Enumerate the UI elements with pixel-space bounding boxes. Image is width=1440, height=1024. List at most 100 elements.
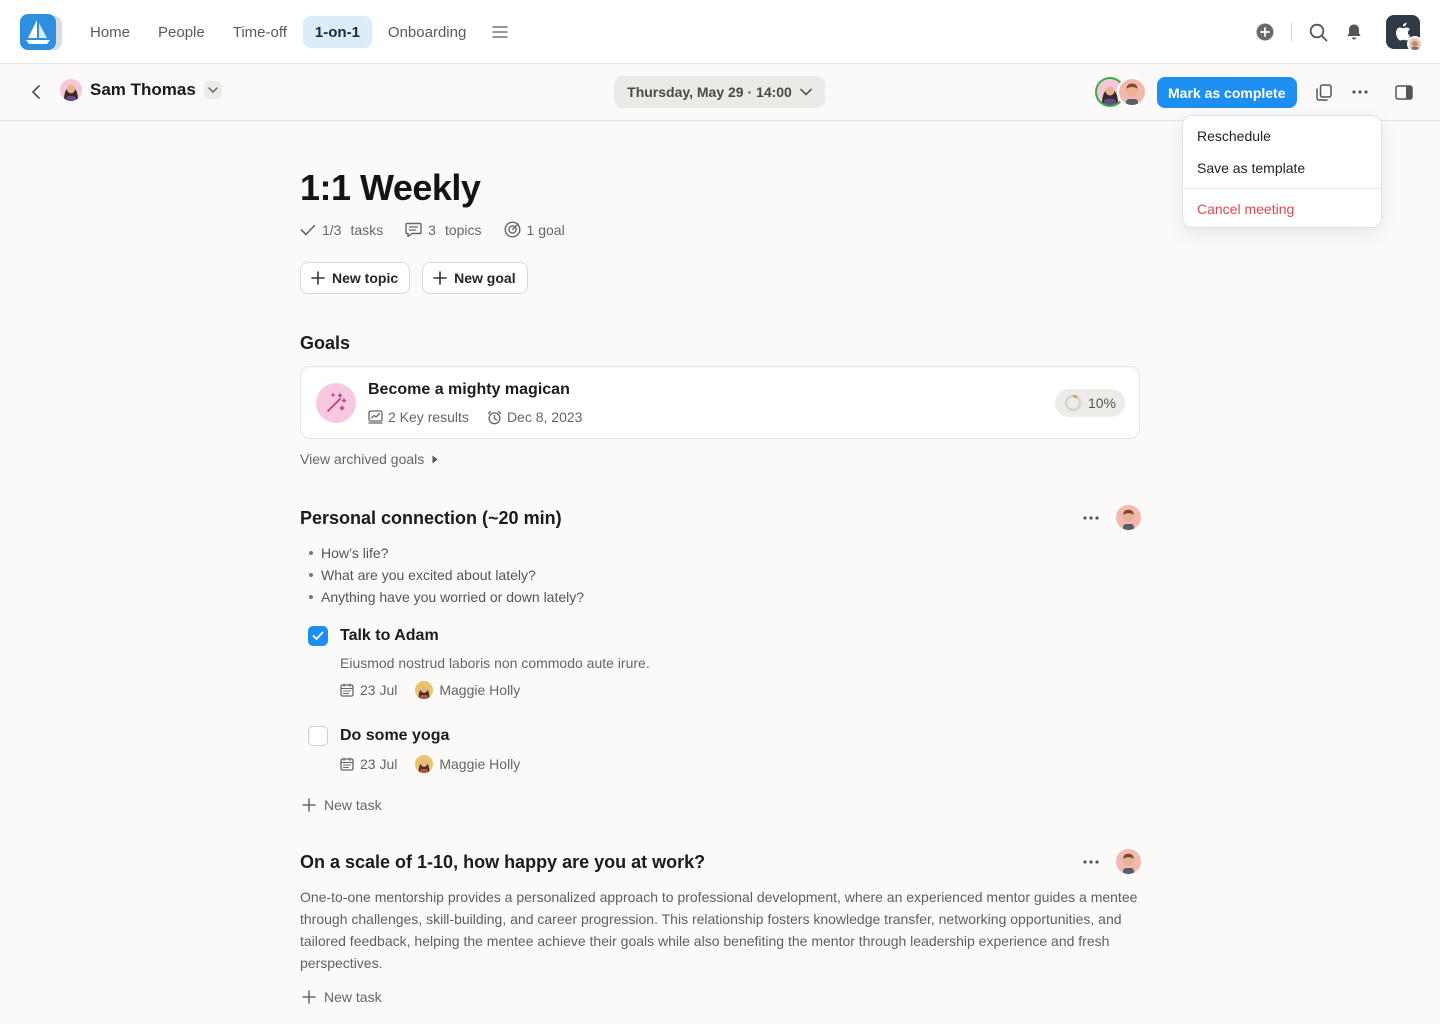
task-title[interactable]: Do some yoga	[340, 726, 449, 746]
new-task-label: New task	[324, 797, 382, 813]
calendar-icon	[340, 757, 354, 771]
content-actions: New topic New goal	[300, 262, 528, 294]
topic-title: Personal connection (~20 min)	[300, 508, 562, 528]
sailboat-logo-icon	[20, 14, 56, 50]
nav-people[interactable]: People	[146, 16, 217, 48]
assignee-avatar	[415, 681, 434, 699]
app-logo[interactable]	[20, 14, 62, 50]
side-panel-toggle-icon[interactable]	[1386, 74, 1422, 110]
new-task-button[interactable]: New task	[302, 797, 382, 813]
key-results-label: 2 Key results	[388, 409, 469, 425]
person-name: Sam Thomas	[90, 80, 196, 99]
participant-avatar	[1117, 77, 1147, 107]
workspace-avatar[interactable]	[1386, 15, 1423, 52]
topics-label: topics	[444, 221, 482, 238]
calendar-icon	[340, 683, 354, 697]
topic-header: On a scale of 1-10, how happy are you at…	[300, 848, 1141, 876]
nav-onboarding[interactable]: Onboarding	[376, 16, 478, 48]
reschedule-menu-item[interactable]: Reschedule	[1197, 128, 1271, 144]
divider	[1291, 23, 1292, 41]
top-navigation: Home People Time-off 1-on-1 Onboarding	[0, 0, 1440, 64]
goal-card[interactable]: Become a mighty magican 2 Key results De…	[300, 366, 1140, 439]
more-options-menu: Reschedule Save as template Cancel meeti…	[1182, 115, 1382, 228]
new-task-button[interactable]: New task	[302, 989, 382, 1005]
plus-icon	[302, 798, 316, 812]
assignee-avatar	[415, 755, 434, 773]
goal-progress-text: 10%	[1087, 395, 1117, 411]
magic-wand-icon	[316, 383, 356, 423]
list-item: What are you excited about lately?	[300, 565, 584, 587]
more-options-icon[interactable]	[1342, 74, 1378, 110]
assignee-name: Maggie Holly	[439, 756, 521, 772]
list-item: How’s life?	[300, 543, 584, 565]
key-results: 2 Key results	[368, 409, 469, 425]
task-assignee: Maggie Holly	[415, 755, 520, 773]
meeting-date: Thursday, May 29 · 14:00	[627, 84, 792, 100]
new-goal-label: New goal	[454, 270, 516, 286]
tasks-label: tasks	[350, 221, 384, 238]
task-meta: 23 Jul Maggie Holly	[340, 755, 520, 773]
cancel-meeting-menu-item[interactable]: Cancel meeting	[1197, 201, 1294, 217]
caret-right-icon	[432, 455, 438, 463]
topics-stat: 3 topics	[405, 221, 482, 238]
topic-owner-avatar	[1116, 849, 1141, 874]
bell-icon[interactable]	[1336, 14, 1372, 50]
list-item: Anything have you worried or down lately…	[300, 587, 584, 609]
assignee-name: Maggie Holly	[439, 682, 521, 698]
task-date-label: 23 Jul	[360, 756, 398, 772]
progress-ring	[1064, 394, 1082, 412]
check-icon	[300, 224, 316, 235]
chevron-down-icon	[800, 88, 812, 96]
goal-meta: 2 Key results Dec 8, 2023	[368, 409, 582, 425]
task-date: 23 Jul	[340, 756, 397, 772]
new-task-label: New task	[324, 989, 382, 1005]
more-options-icon[interactable]	[1076, 505, 1106, 531]
search-icon[interactable]	[1300, 14, 1336, 50]
plus-icon	[302, 990, 316, 1004]
new-topic-label: New topic	[332, 270, 399, 286]
hamburger-menu-icon[interactable]	[484, 16, 516, 48]
copy-icon[interactable]	[1306, 74, 1342, 110]
view-archived-goals-link[interactable]: View archived goals	[300, 451, 438, 467]
meeting-date-selector[interactable]: Thursday, May 29 · 14:00	[614, 76, 825, 108]
new-goal-button[interactable]: New goal	[422, 262, 528, 294]
task-description: Eiusmod nostrud laboris non commodo aute…	[340, 655, 650, 671]
mark-as-complete-button[interactable]: Mark as complete	[1157, 77, 1297, 108]
goal-due: Dec 8, 2023	[487, 409, 582, 425]
nav-time-off[interactable]: Time-off	[221, 16, 299, 48]
topics-count: 3	[428, 221, 436, 238]
task-assignee: Maggie Holly	[415, 681, 520, 699]
top-right-actions	[1247, 14, 1423, 52]
participants[interactable]	[1095, 77, 1147, 107]
goal-progress: 10%	[1055, 389, 1125, 417]
goal-title: Become a mighty magican	[368, 381, 570, 398]
meeting-stats: 1/3 tasks 3 topics 1 goal	[300, 221, 565, 238]
check-icon	[312, 631, 324, 640]
task-title[interactable]: Talk to Adam	[340, 626, 439, 646]
add-circle-icon[interactable]	[1247, 14, 1283, 50]
task-checkbox[interactable]	[308, 626, 328, 646]
task-checkbox[interactable]	[308, 726, 328, 746]
back-arrow-icon[interactable]	[22, 78, 50, 106]
more-options-icon[interactable]	[1076, 849, 1106, 875]
save-as-template-menu-item[interactable]: Save as template	[1197, 160, 1305, 176]
nav-home[interactable]: Home	[78, 16, 142, 48]
person-selector[interactable]: Sam Thomas	[60, 79, 222, 101]
user-avatar-mini	[1407, 36, 1423, 52]
chevron-down-icon[interactable]	[203, 81, 222, 99]
new-topic-button[interactable]: New topic	[300, 262, 411, 294]
topic-description: One-to-one mentorship provides a persona…	[300, 889, 1138, 971]
topic-owner-avatar	[1116, 505, 1141, 530]
menu-divider	[1183, 188, 1381, 189]
topic-bullets: How’s life? What are you excited about l…	[300, 543, 584, 609]
plus-icon	[433, 271, 447, 285]
topic-header: Personal connection (~20 min)	[300, 504, 1141, 532]
nav-1-on-1[interactable]: 1-on-1	[302, 16, 372, 48]
goal-label: 1 goal	[526, 221, 565, 238]
tasks-count: 1/3	[322, 221, 342, 238]
tasks-stat: 1/3 tasks	[300, 221, 383, 238]
task-date-label: 23 Jul	[360, 682, 398, 698]
meeting-header: Sam Thomas Thursday, May 29 · 14:00 Mark…	[0, 64, 1440, 121]
plus-icon	[311, 271, 325, 285]
target-icon	[504, 221, 521, 238]
